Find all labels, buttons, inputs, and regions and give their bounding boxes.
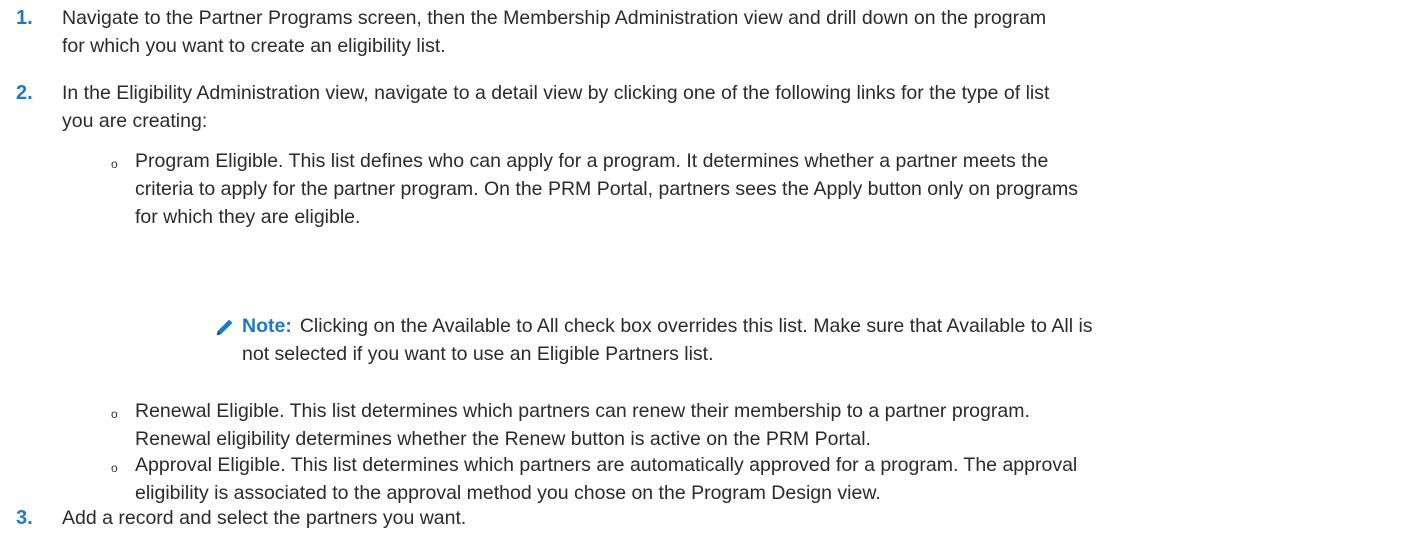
bullet-marker: o: [111, 461, 118, 475]
pencil-icon: [216, 319, 233, 336]
bullet-marker: o: [111, 407, 118, 421]
note-text-line: not selected if you want to use an Eligi…: [242, 343, 714, 365]
bullet-marker: o: [111, 157, 118, 171]
step-text-line: In the Eligibility Administration view, …: [62, 82, 1050, 104]
step-number: 1.: [16, 7, 33, 29]
note-callout: Note: Clicking on the Available to All ch…: [214, 312, 1364, 368]
list-item-approval-eligible: o Approval Eligible. This list determine…: [0, 451, 1405, 507]
step-text-line: you are creating:: [62, 110, 208, 132]
step-text-line: Add a record and select the partners you…: [62, 507, 467, 529]
list-item-line: eligibility is associated to the approva…: [135, 482, 881, 504]
list-item-line: Program Eligible. This list defines who …: [135, 150, 1049, 172]
step-text-line: Navigate to the Partner Programs screen,…: [62, 7, 1047, 29]
step-text-line: for which you want to create an eligibil…: [62, 35, 446, 57]
step-number: 3.: [16, 507, 33, 529]
list-item-line: for which they are eligible.: [135, 206, 361, 228]
list-item-line: Approval Eligible. This list determines …: [135, 454, 1078, 476]
list-item-program-eligible: o Program Eligible. This list defines wh…: [0, 147, 1405, 231]
step-1: 1. Navigate to the Partner Programs scre…: [0, 4, 1405, 60]
list-item-renewal-eligible: o Renewal Eligible. This list determines…: [0, 397, 1405, 453]
step-2: 2. In the Eligibility Administration vie…: [0, 79, 1405, 135]
list-item-line: Renewal eligibility determines whether t…: [135, 428, 871, 450]
procedure-document: 1. Navigate to the Partner Programs scre…: [0, 0, 1405, 535]
step-number: 2.: [16, 82, 33, 104]
step-text: In the Eligibility Administration view, …: [62, 79, 1392, 135]
note-label: Note:: [242, 315, 292, 337]
list-item-text: Program Eligible. This list defines who …: [135, 147, 1385, 231]
note-text-line: Clicking on the Available to All check b…: [299, 315, 1093, 337]
step-text: Navigate to the Partner Programs screen,…: [62, 4, 1392, 60]
step-3: 3. Add a record and select the partners …: [0, 504, 1405, 532]
list-item-line: criteria to apply for the partner progra…: [135, 178, 1078, 200]
list-item-text: Approval Eligible. This list determines …: [135, 451, 1385, 507]
step-text: Add a record and select the partners you…: [62, 504, 1392, 532]
list-item-line: Renewal Eligible. This list determines w…: [135, 400, 1030, 422]
list-item-text: Renewal Eligible. This list determines w…: [135, 397, 1385, 453]
